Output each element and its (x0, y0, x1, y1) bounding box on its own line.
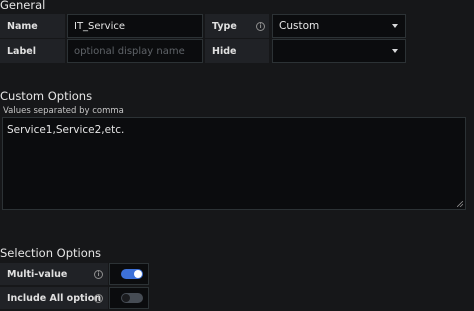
name-label: Name (0, 14, 65, 38)
include-all-toggle-box[interactable] (109, 287, 149, 309)
label-input[interactable] (67, 39, 203, 63)
multi-value-label-text: Multi-value (7, 268, 68, 280)
selection-options-section-title: Selection Options (0, 246, 102, 260)
chevron-down-icon (392, 49, 398, 53)
type-select[interactable]: Custom (272, 14, 406, 38)
type-label: Type i (205, 14, 269, 38)
custom-options-hint: Values separated by comma (3, 106, 124, 116)
label-label: Label (0, 39, 65, 63)
type-label-text: Type (212, 20, 237, 32)
toggle-knob (122, 294, 130, 302)
chevron-down-icon (392, 24, 398, 28)
include-all-label-text: Include All option (7, 292, 102, 304)
include-all-label: Include All option i (0, 287, 108, 309)
resize-handle-icon[interactable] (457, 201, 463, 207)
multi-value-label: Multi-value i (0, 263, 108, 285)
custom-options-value: Service1,Service2,etc. (7, 124, 125, 136)
multi-value-toggle-box[interactable] (109, 263, 149, 285)
name-input[interactable] (67, 14, 203, 38)
label-input-text[interactable] (74, 45, 202, 57)
multi-value-toggle[interactable] (121, 269, 143, 279)
custom-options-section-title: Custom Options (0, 89, 93, 103)
name-input-text[interactable] (74, 20, 202, 32)
hide-select[interactable] (272, 39, 406, 63)
include-all-toggle[interactable] (121, 293, 143, 303)
info-icon[interactable]: i (256, 22, 265, 31)
info-icon[interactable]: i (94, 270, 103, 279)
toggle-knob (134, 270, 142, 278)
general-section-title: General (0, 0, 46, 12)
info-icon[interactable]: i (94, 294, 103, 303)
hide-label: Hide (205, 39, 269, 63)
custom-options-textarea[interactable]: Service1,Service2,etc. (2, 117, 466, 210)
type-select-value: Custom (279, 20, 320, 32)
